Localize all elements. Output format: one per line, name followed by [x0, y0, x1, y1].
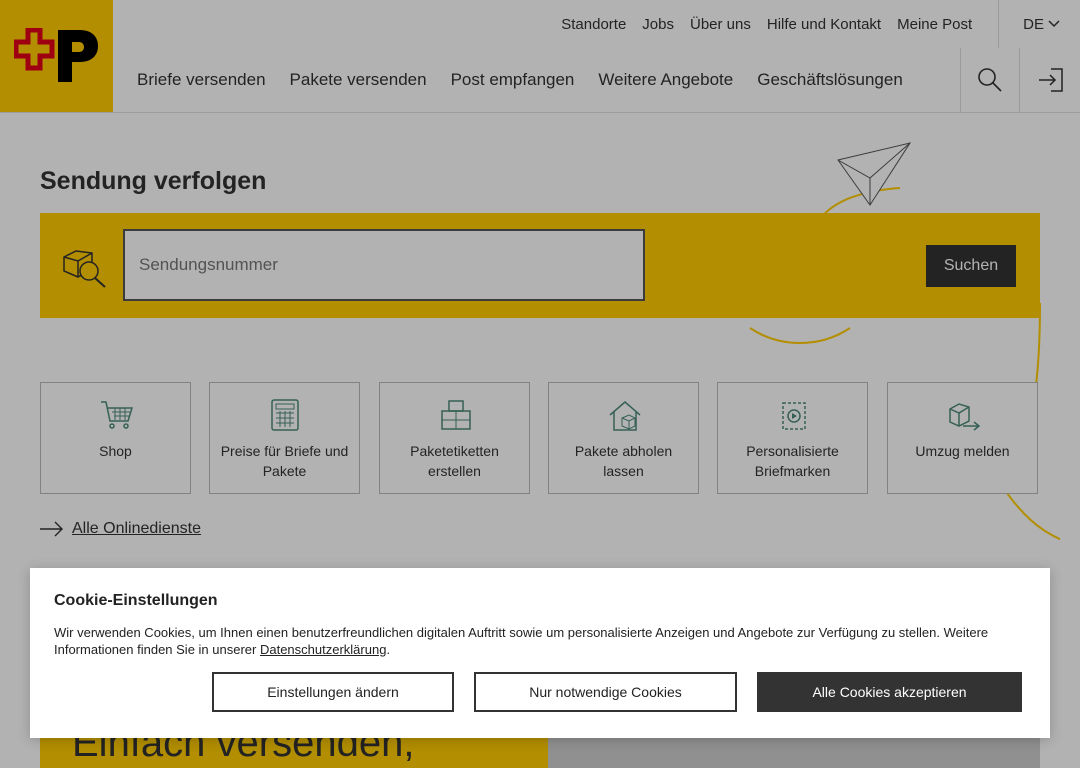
cookie-title: Cookie-Einstellungen	[54, 592, 218, 609]
cookie-text-end: .	[386, 642, 391, 657]
cookie-settings-button[interactable]: Einstellungen ändern	[212, 672, 454, 712]
page: Standorte Jobs Über uns Hilfe und Kontak…	[0, 0, 1080, 768]
cookie-necessary-button[interactable]: Nur notwendige Cookies	[474, 672, 737, 712]
cookie-dialog: Cookie-Einstellungen Wir verwenden Cooki…	[30, 568, 1050, 738]
cookie-text-body: Wir verwenden Cookies, um Ihnen einen be…	[54, 625, 989, 657]
cookie-text: Wir verwenden Cookies, um Ihnen einen be…	[54, 624, 1029, 658]
cookie-accept-all-button[interactable]: Alle Cookies akzeptieren	[757, 672, 1022, 712]
privacy-policy-link[interactable]: Datenschutzerklärung	[260, 642, 386, 657]
